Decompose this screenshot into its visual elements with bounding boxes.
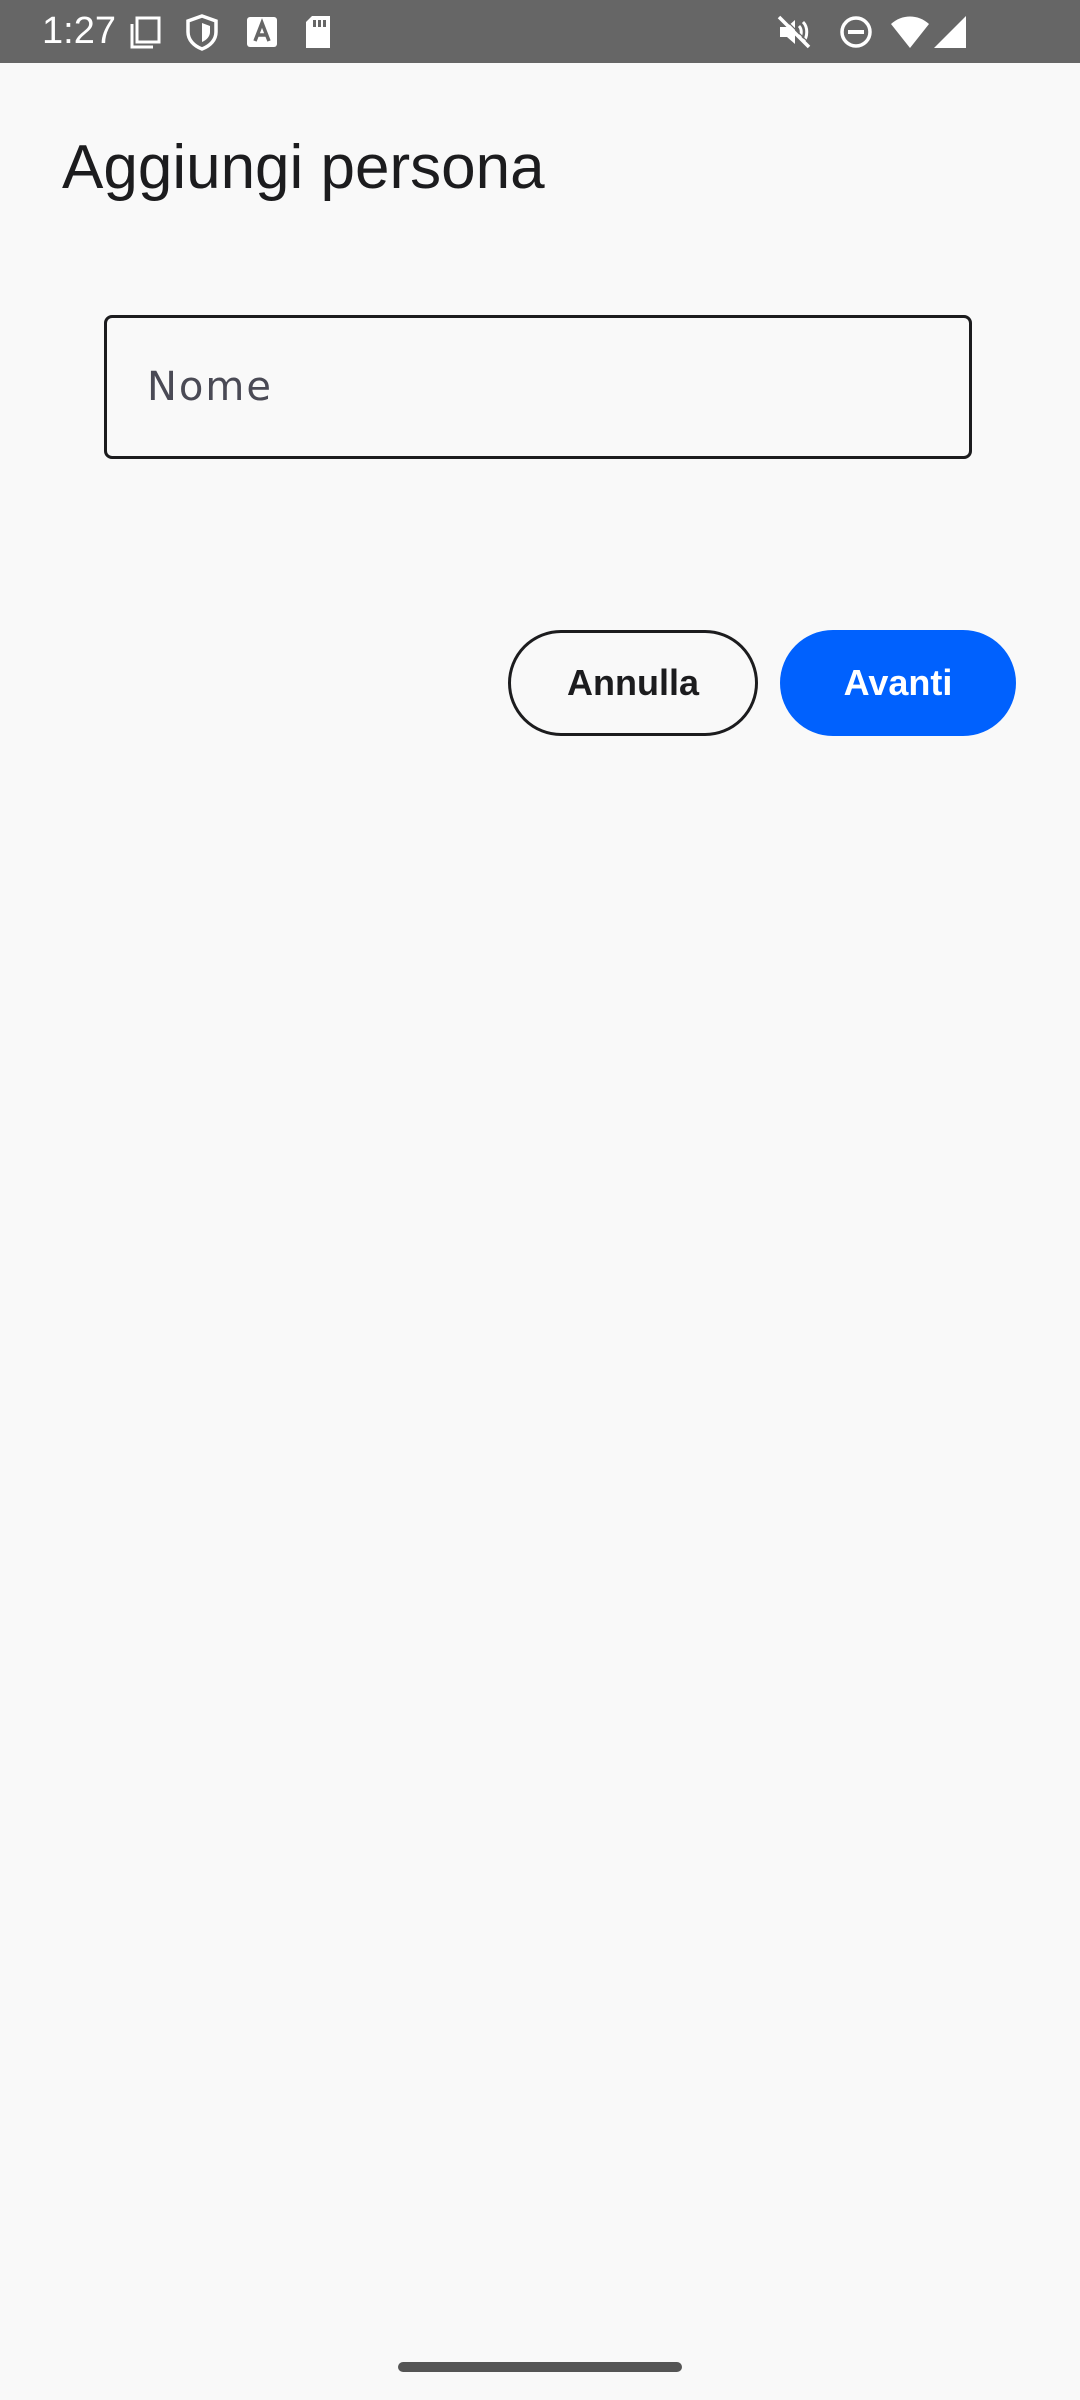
status-bar: 1:27 [0,0,1080,63]
name-input[interactable] [147,318,927,456]
screenshot-icon [126,12,166,52]
gesture-navigation-bar[interactable] [398,2362,682,2372]
cancel-button-label: Annulla [567,662,699,703]
name-field[interactable] [104,315,972,459]
font-a-icon [242,12,282,52]
mute-icon [774,12,814,52]
next-button-label: Avanti [843,662,953,703]
sd-card-icon [298,12,338,52]
next-button[interactable]: Avanti [780,630,1016,736]
cell-signal-icon [930,12,970,52]
cancel-button[interactable]: Annulla [508,630,758,736]
do-not-disturb-icon [836,12,876,52]
status-time: 1:27 [42,10,116,52]
page-title: Aggiungi persona [62,133,545,202]
shield-icon [182,12,222,52]
wifi-icon [890,12,930,52]
